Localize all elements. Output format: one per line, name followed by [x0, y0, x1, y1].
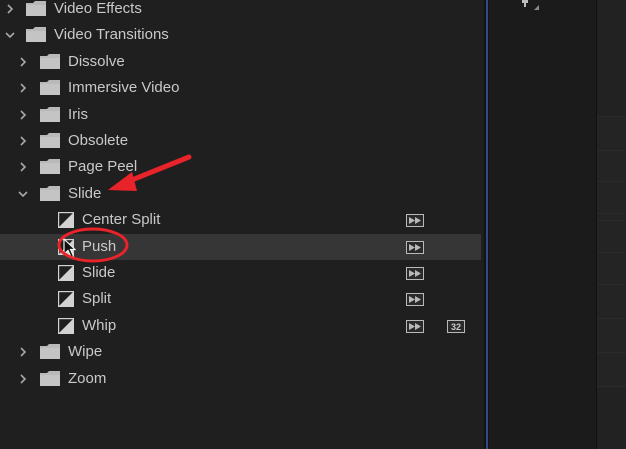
chevron-right-icon[interactable] [16, 372, 30, 386]
effect-row[interactable]: Split [0, 286, 481, 312]
tree-item-label: Whip [82, 316, 117, 334]
transition-preset-icon [57, 291, 75, 308]
folder-icon [40, 185, 60, 201]
transition-preset-icon [57, 211, 75, 229]
folder-row[interactable]: Immersive Video [0, 75, 481, 101]
track-divider [597, 284, 626, 285]
folder-row[interactable]: Video Effects [0, 0, 481, 22]
chevron-right-icon[interactable] [16, 345, 30, 359]
folder-icon [40, 159, 60, 175]
effect-row[interactable]: Slide [0, 260, 481, 286]
track-divider [597, 252, 626, 253]
transition-preset-icon [57, 317, 75, 334]
chevron-right-icon[interactable] [16, 55, 30, 69]
playhead-marker-icon[interactable] [518, 0, 540, 12]
folder-icon [26, 27, 46, 43]
folder-row[interactable]: Video Transitions [0, 22, 481, 48]
accelerated-effect-icon [406, 319, 424, 333]
folder-icon [40, 106, 60, 122]
chevron-right-icon[interactable] [16, 108, 30, 122]
32-bit-icon: 32 [447, 319, 465, 333]
folder-row[interactable]: Dissolve [0, 49, 481, 75]
track-divider [597, 318, 626, 319]
transition-preset-icon [57, 264, 75, 282]
tree-item-label: Dissolve [68, 52, 125, 70]
effect-row[interactable]: 32 Whip [0, 313, 481, 339]
chevron-right-icon[interactable] [16, 81, 30, 95]
chevron-right-icon[interactable] [3, 2, 17, 16]
chevron-right-icon[interactable] [16, 160, 30, 174]
folder-icon [40, 370, 60, 386]
tree-item-label: Page Peel [68, 158, 138, 176]
tree-item-label: Immersive Video [68, 79, 180, 97]
tree-item-label: Center Split [82, 211, 161, 229]
folder-row[interactable]: Iris [0, 102, 481, 128]
folder-icon [40, 80, 60, 96]
tree-item-label: Iris [68, 105, 88, 123]
track-divider [597, 386, 626, 387]
track-region [597, 116, 626, 386]
tree-item-label: Split [82, 290, 112, 308]
effects-panel: Video Effects Video Transitions Dissolve Im… [0, 0, 484, 449]
accelerated-effect-icon [406, 293, 424, 307]
folder-icon [40, 53, 60, 69]
folder-row[interactable]: Zoom [0, 366, 481, 392]
premiere-effects-window: Video Effects Video Transitions Dissolve Im… [0, 0, 626, 449]
folder-icon [26, 1, 46, 16]
tree-item-label: Wipe [68, 343, 103, 361]
track-divider [597, 150, 626, 151]
folder-row[interactable]: Page Peel [0, 154, 481, 180]
track-divider [597, 220, 626, 221]
tree-item-label: Video Transitions [54, 26, 169, 44]
track-divider [597, 352, 626, 353]
track-divider [597, 116, 626, 117]
accelerated-effect-icon [406, 267, 424, 280]
tree-item-label: Slide [68, 184, 102, 202]
chevron-down-icon[interactable] [3, 28, 17, 42]
tree-item-label: Zoom [68, 369, 107, 387]
folder-row[interactable]: Wipe [0, 339, 481, 365]
tree-item-label: Push [82, 237, 117, 255]
chevron-right-icon[interactable] [16, 134, 30, 148]
track-divider [597, 213, 626, 214]
tree-item-label: Slide [82, 264, 116, 281]
accelerated-effect-icon [406, 214, 424, 228]
tree-item-label: Obsolete [68, 132, 129, 149]
tree-item-label: Video Effects [54, 0, 142, 17]
track-divider [597, 181, 626, 182]
chevron-down-icon[interactable] [16, 187, 30, 201]
folder-row[interactable]: Slide [0, 181, 481, 207]
mouse-cursor-icon [63, 237, 77, 258]
32-bit-label: 32 [451, 322, 461, 332]
accelerated-effect-icon [406, 240, 424, 254]
folder-icon [40, 344, 60, 360]
effect-row[interactable]: Center Split [0, 207, 481, 233]
folder-icon [40, 133, 60, 148]
panel-focus-line [486, 0, 488, 449]
folder-row[interactable]: Obsolete [0, 128, 481, 154]
